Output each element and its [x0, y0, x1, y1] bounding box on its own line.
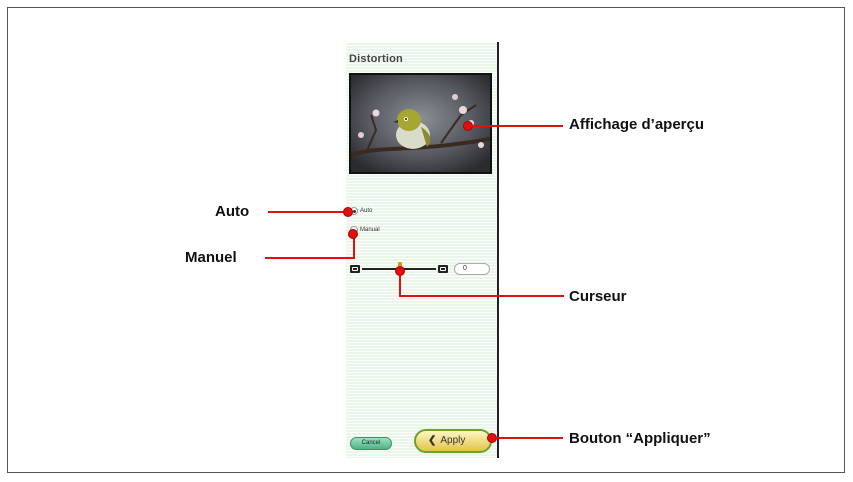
- pincushion-distortion-icon: [438, 265, 448, 273]
- auto-annotation: Auto: [215, 203, 250, 220]
- apply-button-label: Apply: [440, 435, 466, 446]
- apply-callout-line: [492, 437, 563, 439]
- slider-callout-line: [399, 295, 564, 297]
- panel-title: Distortion: [349, 53, 403, 65]
- manual-radio-label: Manual: [360, 227, 380, 233]
- auto-callout-line: [268, 211, 350, 213]
- apply-annotation: Bouton “Appliquer”: [569, 430, 711, 447]
- manual-callout-line: [265, 257, 355, 259]
- chevron-left-icon: ❮: [428, 435, 437, 446]
- auto-radio-label: Auto: [360, 208, 373, 214]
- cancel-button[interactable]: Cancel: [350, 437, 392, 450]
- manual-annotation: Manuel: [185, 249, 237, 266]
- slider-callout-vline: [399, 270, 401, 297]
- apply-button[interactable]: ❮ Apply: [414, 429, 492, 453]
- slider-annotation: Curseur: [569, 288, 627, 305]
- auto-callout-dot: [343, 207, 353, 217]
- slider-value-field[interactable]: 0: [454, 263, 490, 275]
- distortion-panel: Distortion Auto Manual 0 Cancel ❮ Apply: [346, 42, 499, 458]
- preview-callout-line: [468, 125, 563, 127]
- distortion-slider: 0: [350, 262, 496, 276]
- barrel-distortion-icon: [350, 265, 360, 273]
- manual-callout-dot: [348, 229, 358, 239]
- preview-annotation: Affichage d’aperçu: [569, 116, 705, 133]
